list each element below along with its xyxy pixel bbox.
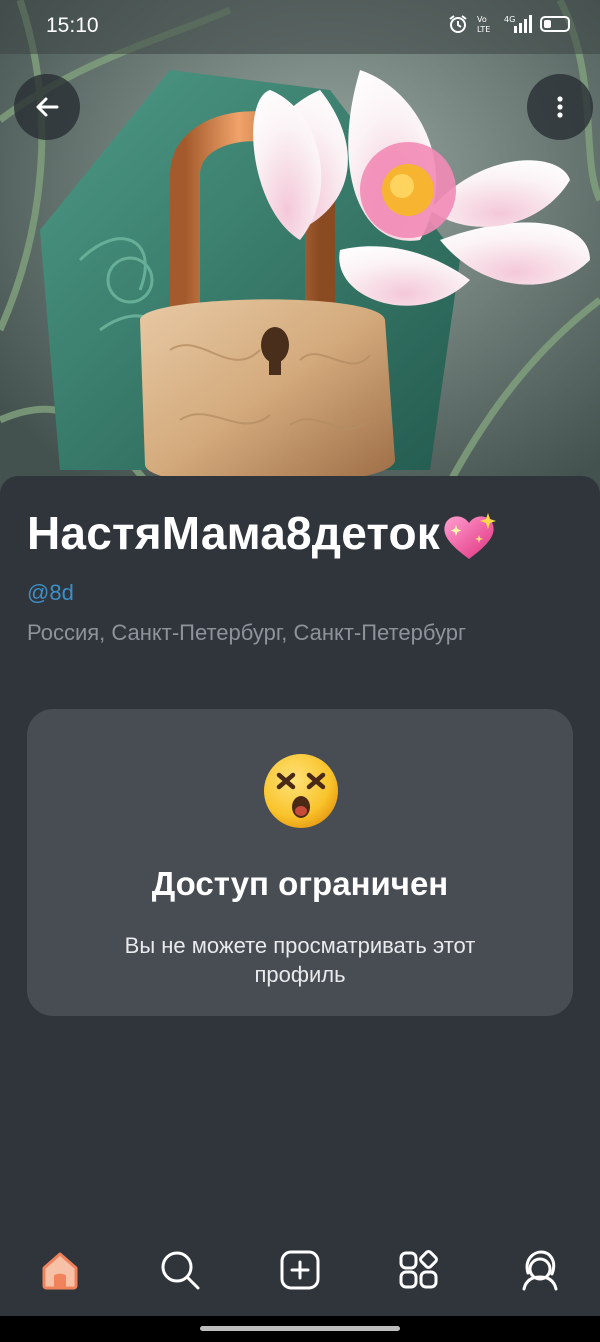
nav-apps[interactable] [396, 1247, 442, 1293]
more-vertical-icon [557, 96, 563, 118]
add-icon [280, 1250, 320, 1290]
profile-handle[interactable]: @8d [27, 580, 74, 606]
profile-icon [522, 1250, 558, 1291]
access-restricted-card: Доступ ограничен Вы не можете просматрив… [27, 709, 573, 1016]
bottom-nav [0, 1224, 600, 1316]
profile-cover: 15:10 Vo LTE 4G [0, 0, 600, 520]
battery-icon [540, 16, 570, 32]
dizzy-face-emoji [264, 754, 338, 828]
profile-name-row: НастяМама8деток [27, 506, 500, 563]
cover-image [0, 0, 600, 520]
signal-icon: 4G [504, 15, 532, 33]
nav-add[interactable] [277, 1247, 323, 1293]
status-time: 15:10 [46, 14, 99, 37]
gesture-area [0, 1316, 600, 1342]
nav-home[interactable] [37, 1247, 83, 1293]
sparkling-heart-emoji [444, 512, 497, 559]
svg-text:Vo: Vo [477, 15, 487, 24]
alarm-icon [449, 15, 467, 33]
svg-text:4G: 4G [504, 15, 515, 24]
status-bar: 15:10 Vo LTE 4G [0, 0, 600, 54]
restricted-message: Вы не можете просматривать этот профиль [124, 933, 476, 987]
profile-name: НастяМама8деток [27, 507, 441, 559]
restricted-title: Доступ ограничен [151, 865, 449, 902]
home-icon [42, 1252, 78, 1290]
status-icons: Vo LTE 4G [448, 14, 570, 34]
apps-icon [399, 1250, 438, 1289]
nav-search[interactable] [157, 1247, 203, 1293]
gesture-handle[interactable] [200, 1326, 400, 1331]
search-icon [161, 1251, 200, 1290]
arrow-left-icon [36, 97, 59, 117]
svg-text:LTE: LTE [477, 25, 490, 34]
more-options-button[interactable] [527, 74, 593, 140]
nav-profile[interactable] [517, 1247, 563, 1293]
back-button[interactable] [14, 74, 80, 140]
volte-icon: Vo LTE [477, 15, 490, 34]
profile-location: Россия, Санкт-Петербург, Санкт-Петербург [27, 620, 466, 645]
profile-sheet: НастяМама8деток @8d Россия, Санкт-Петерб… [0, 476, 600, 1342]
